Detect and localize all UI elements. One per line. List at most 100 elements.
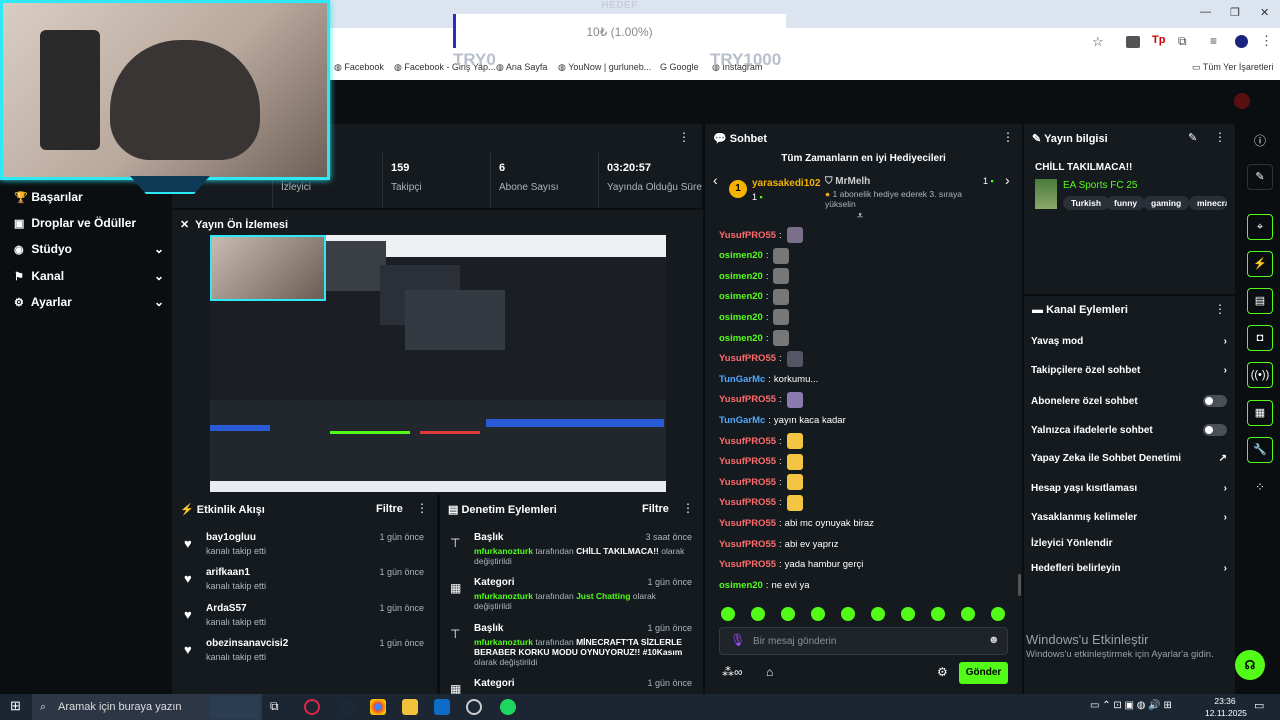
more-icon[interactable]: ⋮ <box>1260 33 1273 49</box>
chat-username[interactable]: TunGarMc <box>719 374 765 385</box>
quick-emote-icon[interactable] <box>991 607 1005 621</box>
nav-studio[interactable]: ◉ Stüdyo ⌄ <box>14 242 164 256</box>
broadcast-icon[interactable]: ((•)) <box>1247 362 1273 388</box>
wrench-icon[interactable]: 🔧 <box>1247 437 1273 463</box>
extension-tp-icon[interactable]: Tp <box>1152 34 1165 46</box>
quick-emote-icon[interactable] <box>811 607 825 621</box>
infinity-icon[interactable]: ⁂∞ <box>722 665 743 679</box>
spotify-icon[interactable] <box>500 699 516 715</box>
quick-emote-icon[interactable] <box>961 607 975 621</box>
quick-emote-icon[interactable] <box>901 607 915 621</box>
document-icon[interactable]: ▤ <box>1247 288 1273 314</box>
chat-username[interactable]: osimen20 <box>719 250 763 261</box>
gifter2-name[interactable]: ⛉ MrMelh <box>825 176 870 187</box>
more-icon[interactable]: ⋮ <box>1002 130 1014 144</box>
bookmark-facebook[interactable]: ◍ Facebook <box>334 62 384 73</box>
info-icon[interactable]: ⓘ <box>1247 128 1273 154</box>
help-headset-icon[interactable]: ☊ <box>1235 650 1265 680</box>
emoji-icon[interactable]: ☻ <box>988 634 1000 646</box>
nav-settings[interactable]: ⚙ Ayarlar ⌄ <box>14 295 164 309</box>
quick-emote-icon[interactable] <box>841 607 855 621</box>
lightning-icon[interactable]: ⚡ <box>1247 251 1273 277</box>
nav-drops[interactable]: ▣ Droplar ve Ödüller <box>14 216 164 230</box>
moderation-filter-button[interactable]: Filtre <box>642 503 669 515</box>
action-emote-only[interactable]: Yalnızca ifadelerle sohbet <box>1031 424 1227 436</box>
quick-emote-icon[interactable] <box>871 607 885 621</box>
nav-achievements[interactable]: 🏆 Başarılar <box>14 190 164 204</box>
pencil-icon[interactable]: ✎ <box>1247 164 1273 190</box>
action-followers-only[interactable]: Takipçilere özel sohbet › <box>1031 365 1227 376</box>
folder-icon[interactable] <box>402 699 418 715</box>
close-icon[interactable]: ✕ <box>1260 6 1269 19</box>
mic-icon[interactable]: 🎙 <box>730 633 745 647</box>
tablist-icon[interactable]: ≡ <box>1210 34 1217 48</box>
chat-username[interactable]: YusufPRO55 <box>719 436 776 447</box>
quick-emote-icon[interactable] <box>721 607 735 621</box>
chrome-icon[interactable] <box>370 699 386 715</box>
app-icon[interactable] <box>434 699 450 715</box>
layout-icon[interactable]: ▦ <box>1247 400 1273 426</box>
chevron-right-icon[interactable]: › <box>1005 172 1010 188</box>
toggle-emote-only[interactable] <box>1203 424 1227 436</box>
avatar[interactable] <box>1234 93 1250 109</box>
chat-username[interactable]: YusufPRO55 <box>719 539 776 550</box>
clip-icon[interactable]: ⌖ <box>1247 214 1273 240</box>
tray-icons[interactable]: ▭ ⌃ ⊡ ▣ ◍ 🔊 ⊞ <box>1090 700 1172 711</box>
action-slow-mode[interactable]: Yavaş mod › <box>1031 336 1227 347</box>
quick-emote-icon[interactable] <box>781 607 795 621</box>
action-banned-words[interactable]: Yasaklanmış kelimeler › <box>1031 512 1227 523</box>
chat-username[interactable]: YusufPRO55 <box>719 559 776 570</box>
star-icon[interactable]: ☆ <box>1092 34 1104 50</box>
gifter-name[interactable]: yarasakedi102 <box>752 178 820 189</box>
tag[interactable]: Turkish <box>1063 196 1110 210</box>
action-ai-moderation[interactable]: Yapay Zeka ile Sohbet Denetimi ↗ <box>1031 453 1227 464</box>
taskbar-game-thumb[interactable] <box>210 695 260 719</box>
gear-icon[interactable]: ⚙ <box>937 665 948 679</box>
extension-icon[interactable] <box>1126 36 1140 48</box>
chat-username[interactable]: YusufPRO55 <box>719 230 776 241</box>
list-item[interactable]: ♥ ArdaS57 kanalı takip etti 1 gün önce <box>172 603 434 639</box>
windows-start-icon[interactable]: ⊞ <box>10 698 21 714</box>
quick-emote-icon[interactable] <box>931 607 945 621</box>
tag[interactable]: gaming <box>1143 196 1190 210</box>
bookmark-younow[interactable]: ◍ YouNow | gurluneb... <box>558 62 651 73</box>
chevron-left-icon[interactable]: ‹ <box>713 172 718 188</box>
chat-bubble-icon[interactable]: ◘ <box>1247 325 1273 351</box>
notification-icon[interactable]: ▭ <box>1254 699 1264 712</box>
chat-input[interactable]: 🎙 Bir mesaj gönderin ☻ <box>719 627 1008 655</box>
chat-username[interactable]: osimen20 <box>719 291 763 302</box>
list-item[interactable]: ♥ bay1ogluu kanalı takip etti 1 gün önce <box>172 532 434 568</box>
apps-icon[interactable]: ⁘ <box>1247 474 1273 500</box>
send-button[interactable]: Gönder <box>959 662 1008 684</box>
chat-username[interactable]: TunGarMc <box>719 415 765 426</box>
action-account-age[interactable]: Hesap yaşı kısıtlaması › <box>1031 483 1227 494</box>
task-view-icon[interactable]: ⧉ <box>270 699 286 715</box>
more-icon[interactable]: ⋮ <box>416 501 428 515</box>
category-link[interactable]: EA Sports FC 25 <box>1063 180 1137 191</box>
chat-username[interactable]: osimen20 <box>719 580 763 591</box>
minimize-icon[interactable]: — <box>1200 6 1211 18</box>
action-host[interactable]: İzleyici Yönlendir <box>1031 538 1227 549</box>
maximize-icon[interactable]: ❐ <box>1230 6 1240 19</box>
bookmark-home[interactable]: ◍ Ana Sayfa <box>496 62 547 73</box>
more-icon[interactable]: ⋮ <box>1214 302 1226 316</box>
chat-username[interactable]: YusufPRO55 <box>719 518 776 529</box>
puzzle-icon[interactable]: ⧉ <box>1178 34 1187 49</box>
quick-emote-icon[interactable] <box>751 607 765 621</box>
nav-channel[interactable]: ⚑ Kanal ⌄ <box>14 269 164 283</box>
opera-icon[interactable] <box>304 699 320 715</box>
obs-icon[interactable] <box>466 699 482 715</box>
expand-icon[interactable]: ⩡ <box>857 210 863 223</box>
chat-username[interactable]: osimen20 <box>719 312 763 323</box>
bookmark-google[interactable]: G Google <box>660 62 699 72</box>
more-icon[interactable]: ⋮ <box>682 501 694 515</box>
edit-icon[interactable]: ✎ <box>1188 131 1197 144</box>
taskbar-clock[interactable]: 23:36 12.11.2025 <box>1205 695 1247 719</box>
list-item[interactable]: ♥ arifkaan1 kanalı takip etti 1 gün önce <box>172 567 434 603</box>
list-item[interactable]: ♥ obezinsanavcisi2 kanalı takip etti 1 gün … <box>172 638 434 674</box>
chat-scrollbar[interactable] <box>1018 574 1021 596</box>
more-icon[interactable]: ⋮ <box>1214 130 1226 144</box>
toggle-subs-only[interactable] <box>1203 395 1227 407</box>
chat-username[interactable]: YusufPRO55 <box>719 394 776 405</box>
chat-username[interactable]: YusufPRO55 <box>719 477 776 488</box>
